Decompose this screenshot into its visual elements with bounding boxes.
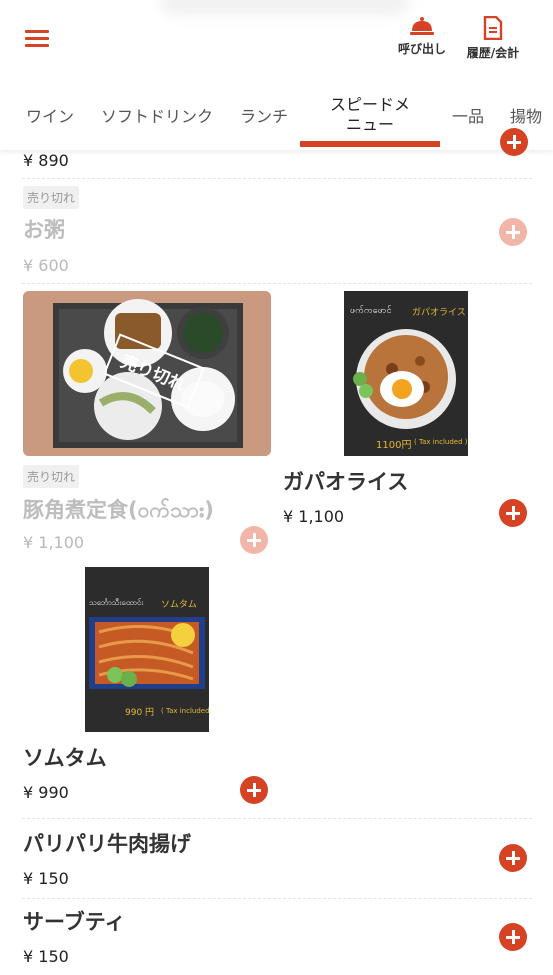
item-divider bbox=[22, 283, 532, 284]
active-tab-indicator bbox=[300, 141, 440, 147]
tab-lunch[interactable]: ランチ bbox=[236, 80, 292, 150]
tab-label: ソフトドリンク bbox=[100, 107, 213, 126]
tab-label-line1: スピードメ bbox=[329, 95, 410, 114]
sold-out-badge: 売り切れ bbox=[23, 186, 80, 209]
add-button[interactable] bbox=[240, 776, 268, 804]
history-checkout-label: 履歴/会計 bbox=[466, 46, 520, 60]
photo-title-mm: ဖက်ကဖောင် bbox=[350, 306, 392, 316]
item-photo-gapao-rice[interactable]: ဖက်ကဖောင် ガパオライス 1100円 ( Tax included ) bbox=[344, 291, 468, 456]
call-staff-label: 呼び出し bbox=[397, 42, 446, 56]
item-divider bbox=[22, 178, 532, 179]
bell-icon bbox=[410, 17, 434, 35]
item-name[interactable]: 豚角煮定食(ဝက်သား) bbox=[23, 494, 214, 528]
photo-price: 990 円 bbox=[125, 708, 155, 718]
tab-ippin[interactable]: 一品 bbox=[450, 80, 486, 150]
item-name[interactable]: パリパリ牛肉揚げ bbox=[23, 828, 191, 858]
item-price: ¥ 990 bbox=[23, 783, 69, 802]
item-price: ¥ 1,100 bbox=[283, 507, 345, 526]
photo-title-mm: သင်္ဘောသီးထောင်း bbox=[89, 598, 144, 607]
item-name[interactable]: お粥 bbox=[23, 214, 65, 244]
tab-speed-menu[interactable]: スピードメ ニュー bbox=[300, 80, 440, 150]
item-divider bbox=[22, 898, 532, 899]
photo-price: 1100円 bbox=[376, 440, 412, 451]
tab-wine[interactable]: ワイン bbox=[22, 80, 78, 150]
category-tabs: ワイン ソフトドリンク ランチ スピードメ ニュー 一品 揚物 bbox=[0, 80, 553, 150]
tab-label: ランチ bbox=[239, 107, 288, 126]
photo-title-jp: ソムタム bbox=[161, 600, 197, 610]
add-button[interactable] bbox=[499, 499, 527, 527]
tab-label: 一品 bbox=[451, 107, 484, 126]
hamburger-icon[interactable] bbox=[25, 30, 49, 50]
photo-tax: ( Tax included ) bbox=[161, 707, 209, 715]
item-name[interactable]: サーブティ bbox=[23, 906, 125, 936]
item-price: ¥ 1,100 bbox=[23, 533, 85, 552]
item-price: ¥ 150 bbox=[23, 869, 69, 888]
item-photo-somtam[interactable]: သင်္ဘောသီးထောင်း ソムタム 990 円 ( Tax includ… bbox=[85, 567, 209, 732]
add-button-disabled[interactable] bbox=[499, 218, 527, 246]
add-button-disabled[interactable] bbox=[240, 526, 268, 554]
call-staff-button[interactable]: 呼び出し bbox=[393, 16, 451, 57]
item-name[interactable]: ソムタム bbox=[23, 742, 107, 772]
item-divider bbox=[22, 818, 532, 819]
photo-tax: ( Tax included ) bbox=[414, 438, 468, 446]
add-button[interactable] bbox=[499, 923, 527, 951]
notch-blur bbox=[160, 0, 410, 16]
item-price: ¥ 150 bbox=[23, 947, 69, 966]
item-price: ¥ 890 bbox=[23, 151, 69, 170]
history-checkout-button[interactable]: 履歴/会計 bbox=[462, 16, 524, 61]
item-price: ¥ 600 bbox=[23, 256, 69, 275]
add-button[interactable] bbox=[500, 128, 528, 156]
tab-label: ワイン bbox=[25, 107, 74, 126]
photo-title-jp: ガパオライス bbox=[412, 308, 466, 318]
item-name[interactable]: ガパオライス bbox=[283, 466, 408, 496]
add-button[interactable] bbox=[499, 844, 527, 872]
document-icon bbox=[483, 16, 503, 40]
sold-out-badge: 売り切れ bbox=[23, 465, 80, 488]
top-bar: 呼び出し 履歴/会計 bbox=[0, 0, 553, 80]
tab-label: 揚物 bbox=[509, 107, 542, 126]
tab-label-line2: ニュー bbox=[345, 115, 394, 134]
tab-soft-drink[interactable]: ソフトドリンク bbox=[96, 80, 218, 150]
